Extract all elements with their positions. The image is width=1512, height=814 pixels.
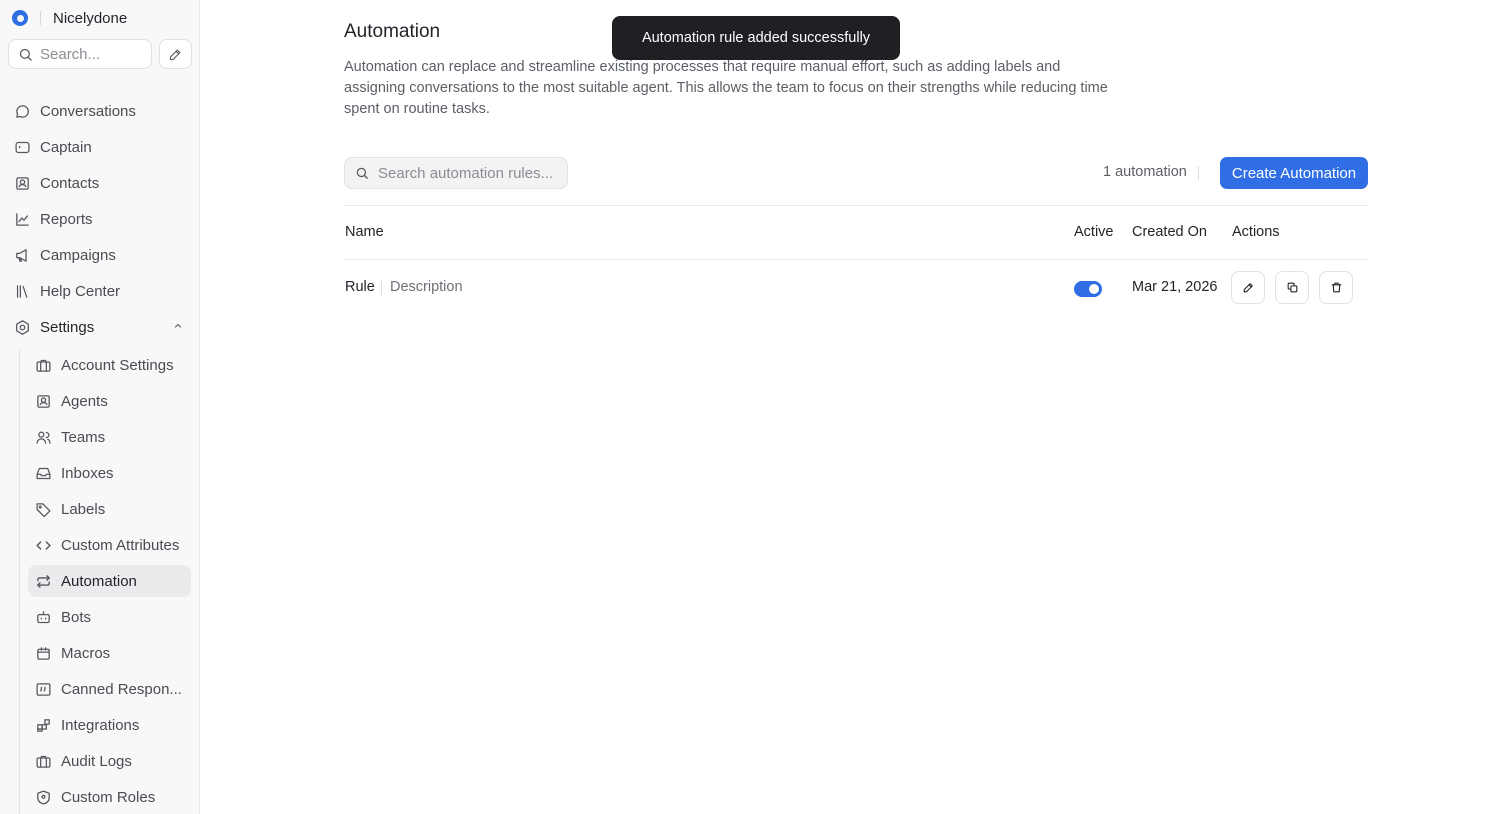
sidebar-item-label: Account Settings xyxy=(61,356,174,374)
nav-label: Campaigns xyxy=(40,246,116,264)
count-divider xyxy=(1198,166,1199,180)
briefcase-icon xyxy=(36,755,51,768)
nav-contacts[interactable]: Contacts xyxy=(8,167,192,199)
sidebar-item-label: Labels xyxy=(61,500,106,518)
nav-captain[interactable]: Captain xyxy=(8,131,192,163)
chat-bubble-icon xyxy=(16,104,29,118)
sidebar-item-label: Integrations xyxy=(61,716,140,734)
table-top-divider xyxy=(344,205,1368,206)
sidebar-item-account-settings[interactable]: Account Settings xyxy=(28,349,191,381)
quote-icon xyxy=(36,682,51,696)
settings-tree-line xyxy=(19,348,20,814)
nav-campaigns[interactable]: Campaigns xyxy=(8,239,192,271)
nav-label: Help Center xyxy=(40,282,121,300)
sidebar-item-label: Audit Logs xyxy=(61,752,132,770)
brand[interactable]: Nicelydone xyxy=(12,8,127,28)
nav-label: Settings xyxy=(40,318,95,336)
create-automation-button[interactable]: Create Automation xyxy=(1220,157,1368,189)
sidebar-item-canned-responses[interactable]: Canned Respon... xyxy=(28,673,191,705)
automation-search-input[interactable]: Search automation rules... xyxy=(344,157,568,189)
nav-settings[interactable]: Settings xyxy=(8,311,192,343)
briefcase-icon xyxy=(36,359,51,372)
users-icon xyxy=(36,431,51,444)
column-header-name: Name xyxy=(345,224,384,240)
nav-reports[interactable]: Reports xyxy=(8,203,192,235)
repeat-icon xyxy=(37,574,50,588)
page-description: Automation can replace and streamline ex… xyxy=(344,59,1108,117)
apps-icon xyxy=(37,718,50,732)
search-icon xyxy=(19,48,32,61)
page-title: Automation xyxy=(344,21,441,42)
calendar-icon xyxy=(37,646,50,660)
table-header-divider xyxy=(344,259,1368,260)
tag-icon xyxy=(36,502,51,517)
sidebar-item-bots[interactable]: Bots xyxy=(28,601,191,633)
success-toast: Automation rule added successfully xyxy=(612,16,900,60)
sidebar-item-custom-attributes[interactable]: Custom Attributes xyxy=(28,529,191,561)
gear-icon xyxy=(16,319,29,335)
sidebar-item-custom-roles[interactable]: Custom Roles xyxy=(28,781,191,813)
chevron-up-icon xyxy=(174,323,182,328)
column-header-actions: Actions xyxy=(1232,224,1280,240)
pencil-icon xyxy=(1243,283,1253,293)
sidebar-item-label: Macros xyxy=(61,644,111,662)
bot-icon xyxy=(37,610,50,623)
nav-label: Reports xyxy=(40,210,93,228)
nav-help-center[interactable]: Help Center xyxy=(8,275,192,307)
sidebar-item-inboxes[interactable]: Inboxes xyxy=(28,457,191,489)
compose-button[interactable] xyxy=(159,39,192,69)
nav-label: Conversations xyxy=(40,102,136,120)
inbox-icon xyxy=(36,467,51,479)
nav-label: Contacts xyxy=(40,174,100,192)
sidebar-item-macros[interactable]: Macros xyxy=(28,637,191,669)
sidebar-item-audit-logs[interactable]: Audit Logs xyxy=(28,745,191,777)
sidebar-search-placeholder: Search... xyxy=(40,45,101,63)
clone-rule-button[interactable] xyxy=(1275,271,1309,304)
sidebar-item-label: Custom Roles xyxy=(61,788,156,806)
brand-name: Nicelydone xyxy=(53,9,128,27)
toggle-knob xyxy=(1089,284,1099,294)
shield-icon xyxy=(37,789,50,805)
brand-logo-icon xyxy=(12,10,28,26)
column-header-created-on: Created On xyxy=(1132,224,1207,240)
rule-active-toggle[interactable] xyxy=(1074,281,1102,297)
sidebar: Nicelydone Search... Conversations Capta… xyxy=(0,0,200,814)
trash-icon xyxy=(1331,282,1341,293)
sidebar-item-label: Agents xyxy=(61,392,108,410)
sidebar-item-teams[interactable]: Teams xyxy=(28,421,191,453)
nav-conversations[interactable]: Conversations xyxy=(8,95,192,127)
rule-name: Rule xyxy=(345,279,375,295)
megaphone-icon xyxy=(16,248,27,262)
copy-icon xyxy=(1287,282,1297,293)
column-header-active: Active xyxy=(1074,224,1114,240)
sidebar-item-automation[interactable]: Automation xyxy=(28,565,191,597)
automation-search-placeholder: Search automation rules... xyxy=(378,164,554,182)
brand-divider xyxy=(40,11,41,25)
sidebar-item-label: Automation xyxy=(61,572,137,590)
sidebar-item-label: Teams xyxy=(61,428,106,446)
rule-name-divider xyxy=(381,281,382,295)
pencil-square-icon xyxy=(169,49,181,60)
code-icon xyxy=(36,540,51,550)
library-icon xyxy=(16,284,28,298)
delete-rule-button[interactable] xyxy=(1319,271,1353,304)
sidebar-item-label: Bots xyxy=(61,608,92,626)
nav-label: Captain xyxy=(40,138,92,156)
captain-icon xyxy=(15,141,30,153)
sidebar-item-label: Inboxes xyxy=(61,464,114,482)
sidebar-item-integrations[interactable]: Integrations xyxy=(28,709,191,741)
edit-rule-button[interactable] xyxy=(1231,271,1265,304)
automation-count: 1 automation xyxy=(1103,164,1187,180)
sidebar-item-label: Canned Respon... xyxy=(61,680,182,698)
rule-description: Description xyxy=(390,279,463,295)
sidebar-item-agents[interactable]: Agents xyxy=(28,385,191,417)
chart-icon xyxy=(16,212,29,226)
sidebar-item-labels[interactable]: Labels xyxy=(28,493,191,525)
rule-created-on: Mar 21, 2026 xyxy=(1132,279,1218,295)
search-icon xyxy=(356,167,368,179)
sidebar-search-input[interactable]: Search... xyxy=(8,39,152,69)
contacts-icon xyxy=(16,176,29,190)
sidebar-item-label: Custom Attributes xyxy=(61,536,180,554)
agent-icon xyxy=(37,394,50,408)
